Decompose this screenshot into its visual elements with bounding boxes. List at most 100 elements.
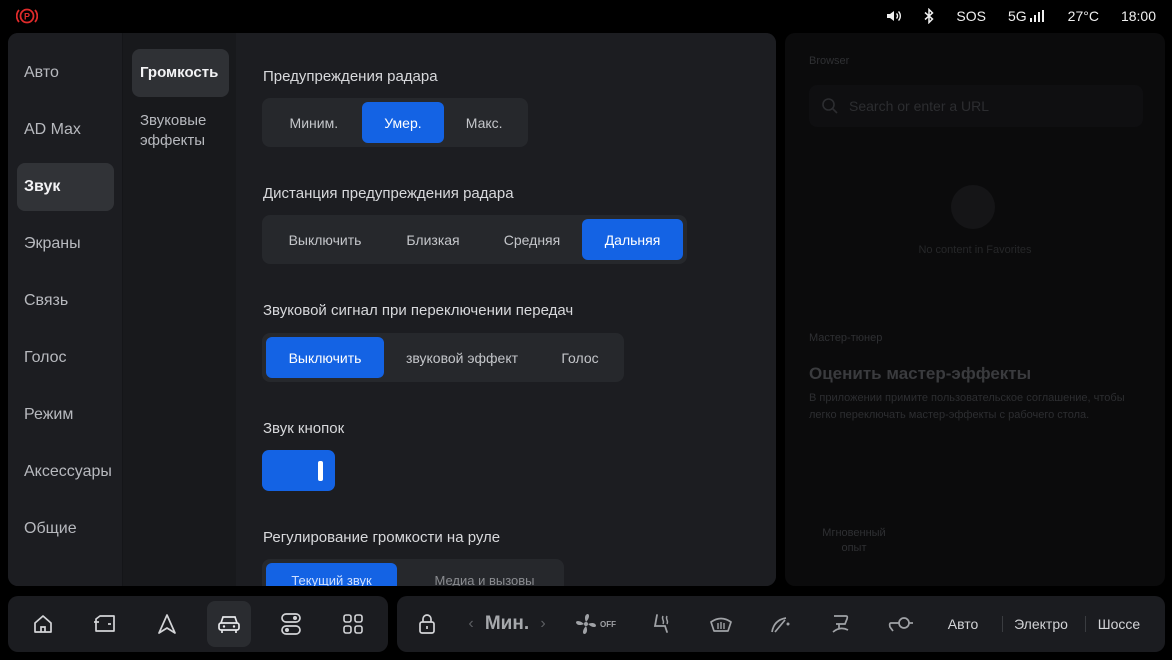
lock-icon [419,614,435,634]
radar-warning-title: Предупреждения радара [263,68,438,85]
home-icon [34,615,52,633]
radar-distance-option-off[interactable]: Выключить [266,219,384,260]
bluetooth-icon[interactable] [924,8,935,24]
radar-distance-option-far[interactable]: Дальняя [582,219,683,260]
search-placeholder: Search or enter a URL [849,98,990,114]
tuner-label: Мастер-тюнер [809,332,883,344]
fan-toggle-button[interactable]: OFF [569,596,621,652]
temperature: 27°C [1067,8,1099,24]
toggles-button[interactable] [269,601,313,647]
charging-port-icon [888,617,913,632]
fan-speed-increase[interactable]: › [533,596,553,652]
chevron-right-icon: › [540,615,546,632]
radar-distance-option-near[interactable]: Близкая [384,219,482,260]
mode-highway-label: Шоссе [1097,616,1141,632]
wheel-volume-option-media[interactable]: Медиа и вызовы [412,563,557,587]
fan-speed-value: Мин. [479,596,535,652]
network-label: 5G [1007,8,1027,24]
mode-divider [1002,616,1003,632]
wheel-volume-selector: Текущий звук Медиа и вызовы [262,559,564,586]
subnav-item-sound-effects[interactable]: Звуковые эффекты [132,110,222,152]
volume-settings: Предупреждения радара Миним. Умер. Макс.… [236,33,776,586]
sos-label[interactable]: SOS [956,8,986,24]
nav-item-connection[interactable]: Связь [17,277,114,325]
radar-distance-selector: Выключить Близкая Средняя Дальняя [262,215,687,264]
nav-item-mode[interactable]: Режим [17,391,114,439]
settings-panel: Авто AD Max Звук Экраны Связь Голос Режи… [8,33,776,586]
lock-button[interactable] [411,596,443,652]
apps-grid-button[interactable] [331,601,375,647]
car-icon [218,616,240,633]
button-sound-title: Звук кнопок [263,420,345,437]
gear-sound-selector: Выключить звуковой эффект Голос [262,333,624,382]
tuner-title: Оценить мастер-эффекты [809,364,1032,383]
mode-electric-label: Электро [1014,616,1068,632]
primary-nav: Авто AD Max Звук Экраны Связь Голос Режи… [8,33,122,586]
radar-warning-option-max[interactable]: Макс. [444,102,524,143]
parking-brake-icon: P [16,8,38,24]
mode-divider [1085,616,1086,632]
gear-sound-title: Звуковой сигнал при переключении передач [263,302,574,319]
network-indicator: 5G [1008,8,1046,24]
radar-distance-title: Дистанция предупреждения радара [263,185,514,202]
mode-highway[interactable]: Шоссе [1089,596,1149,652]
empty-favorites-text: No content in Favorites [918,244,1032,256]
nav-item-ad-max[interactable]: AD Max [17,106,114,154]
toggle-knob [318,461,323,481]
app-dock [8,596,388,652]
wheel-volume-title: Регулирование громкости на руле [263,529,501,546]
clock: 18:00 [1120,8,1156,24]
nav-item-screens[interactable]: Экраны [17,220,114,268]
secondary-nav: Громкость Звуковые эффекты [122,33,236,586]
nav-item-accessories[interactable]: Аксессуары [17,448,114,496]
mirror-button[interactable] [821,596,861,652]
svg-text:P: P [24,12,30,22]
car-door-icon [94,615,115,632]
instant-experience-button[interactable]: Мгновенный опыт [809,526,899,556]
wiper-button[interactable] [761,596,801,652]
wheel-volume-option-current[interactable]: Текущий звук [266,563,397,586]
tuner-description: В приложении примите пользовательское со… [809,392,1125,421]
charging-port-button[interactable] [881,596,921,652]
seat-heating-button[interactable] [641,596,681,652]
gear-sound-option-off[interactable]: Выключить [266,337,384,378]
radar-warning-option-medium[interactable]: Умер. [361,102,445,143]
mode-auto[interactable]: Авто [935,596,991,652]
button-sound-toggle[interactable] [262,450,335,491]
front-defrost-button[interactable] [701,596,741,652]
wiper-icon [771,617,790,633]
radar-warning-option-min[interactable]: Миним. [266,102,362,143]
nav-item-voice[interactable]: Голос [17,334,114,382]
fan-state-label: OFF [600,619,616,629]
empty-favorites-icon [951,185,995,229]
car-door-button[interactable] [83,601,127,647]
home-button[interactable] [21,601,65,647]
fan-speed-label: Мин. [484,613,530,634]
fan-icon [576,614,596,634]
mode-auto-label: Авто [947,616,979,632]
nav-item-auto[interactable]: Авто [17,49,114,97]
nav-item-general[interactable]: Общие [17,505,114,553]
front-defrost-icon [710,617,732,632]
navigation-button[interactable] [145,601,189,647]
navigation-icon [158,614,176,634]
gear-sound-option-voice[interactable]: Голос [540,337,620,378]
search-icon [822,98,838,114]
toggles-icon [281,613,301,635]
radar-warning-selector: Миним. Умер. Макс. [262,98,528,147]
gear-sound-option-effect[interactable]: звуковой эффект [384,337,540,378]
apps-grid-icon [343,614,363,634]
volume-icon[interactable] [886,9,902,23]
climate-dock: ‹ Мин. › OFF Авто Электро Шоссе [397,596,1165,652]
radar-distance-option-middle[interactable]: Средняя [482,219,582,260]
mode-electric[interactable]: Электро [1007,596,1075,652]
browser-label: Browser [809,55,850,67]
nav-item-sound[interactable]: Звук [17,163,114,211]
subnav-item-volume[interactable]: Громкость [132,49,229,97]
fan-speed-decrease[interactable]: ‹ [461,596,481,652]
car-button[interactable] [207,601,251,647]
chevron-left-icon: ‹ [468,615,474,632]
mirror-adjust-icon [832,615,849,633]
status-bar: P SOS 5G 27°C 18:00 [0,0,1172,32]
browser-search-input[interactable]: Search or enter a URL [809,85,1143,127]
